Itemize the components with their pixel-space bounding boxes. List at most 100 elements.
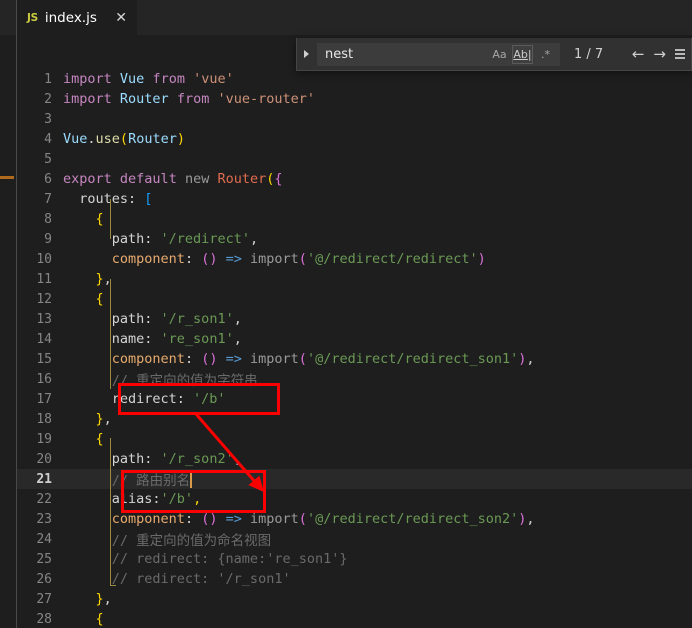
code-line[interactable]: 8 { xyxy=(17,209,692,229)
code-token: , xyxy=(193,491,202,507)
code-token: path: xyxy=(63,231,161,247)
code-line[interactable]: 14 name: 're_son1', xyxy=(17,329,692,349)
code-text: path: '/r_son2', xyxy=(63,451,692,467)
line-number: 24 xyxy=(36,531,52,547)
code-token: { xyxy=(95,211,104,227)
code-token: () xyxy=(201,251,218,267)
code-line[interactable]: 1 import Vue from 'vue' xyxy=(17,69,692,89)
code-line[interactable]: 6 export default new Router({ xyxy=(17,169,692,189)
code-line[interactable]: 5 xyxy=(17,149,692,169)
close-icon[interactable]: ✕ xyxy=(113,11,129,25)
bracket-guide xyxy=(110,438,111,586)
code-token: // 路由别名 xyxy=(63,473,191,489)
code-line[interactable]: 4 Vue.use(Router) xyxy=(17,129,692,149)
code-token: 'vue' xyxy=(193,71,234,87)
code-line[interactable]: 24 // 重定向的值为命名视图 xyxy=(17,529,692,550)
code-line[interactable]: 7 routes: [ xyxy=(17,189,692,209)
find-widget[interactable]: nest Aa Ab | .* 1 / 7 ← → xyxy=(296,38,692,71)
code-editor[interactable]: 1 import Vue from 'vue' 2 import Router fro… xyxy=(17,35,692,628)
code-line[interactable]: 2 import Router from 'vue-router' xyxy=(17,89,692,109)
line-number: 3 xyxy=(44,111,52,127)
code-line[interactable]: 15 component: () => import('@/redirect/r… xyxy=(17,349,692,369)
code-line[interactable]: 26 // redirect: '/r_son1' xyxy=(17,569,692,589)
find-navigation: ← → xyxy=(632,46,691,62)
code-line[interactable]: 28 { xyxy=(17,609,692,628)
search-options: Aa Ab | .* xyxy=(489,44,560,64)
code-line[interactable]: 23 component: () => import('@/redirect/r… xyxy=(17,509,692,529)
code-line[interactable]: 11 }, xyxy=(17,269,692,289)
toggle-replace-icon[interactable] xyxy=(297,38,315,71)
code-text: // redirect: {name:'re_son1'} xyxy=(63,551,692,567)
code-token: 're_son1' xyxy=(160,331,234,347)
code-line[interactable]: 13 path: '/r_son1', xyxy=(17,309,692,329)
code-token: component xyxy=(111,351,185,367)
code-line[interactable]: 18 }, xyxy=(17,409,692,429)
search-input-value: nest xyxy=(325,46,354,62)
code-token: new xyxy=(184,171,210,187)
line-number: 27 xyxy=(36,591,52,607)
code-token: ( xyxy=(298,251,307,267)
modified-file-marker xyxy=(0,176,14,179)
code-token: , xyxy=(249,231,259,247)
find-in-selection-icon[interactable] xyxy=(675,49,687,59)
code-text: component: () => import('@/redirect/redi… xyxy=(63,251,692,267)
line-number: 17 xyxy=(36,391,52,407)
tab-index-js[interactable]: JS index.js ✕ xyxy=(17,0,137,35)
code-token: , xyxy=(526,511,535,527)
code-line[interactable]: 27 }, xyxy=(17,589,692,609)
code-token: default xyxy=(119,171,177,187)
line-number: 25 xyxy=(36,551,52,567)
code-token: { xyxy=(95,291,104,307)
code-text: { xyxy=(63,291,692,307)
code-token: import xyxy=(63,91,112,107)
editor-window: JS index.js ✕ 1 import Vue from 'vue' 2 imp… xyxy=(0,0,692,628)
code-token: ) xyxy=(477,251,486,267)
code-token: component xyxy=(111,251,185,267)
match-whole-word-icon[interactable]: Ab | xyxy=(512,44,533,64)
next-match-icon[interactable]: → xyxy=(653,46,666,62)
code-line[interactable]: 3 xyxy=(17,109,692,129)
code-line[interactable]: 19 { xyxy=(17,429,692,449)
code-token: routes: xyxy=(63,191,145,207)
code-line[interactable]: 21 // 路由别名 xyxy=(17,469,692,489)
code-token: , xyxy=(233,331,242,347)
code-token: path: xyxy=(63,311,161,327)
code-line[interactable]: 25 // redirect: {name:'re_son1'} xyxy=(17,549,692,569)
use-regex-icon[interactable]: .* xyxy=(535,45,556,64)
code-text: component: () => import('@/redirect/redi… xyxy=(63,511,692,527)
code-line[interactable]: 12 { xyxy=(17,289,692,309)
bracket-guide xyxy=(110,199,111,239)
line-number: 7 xyxy=(44,191,52,207)
code-lines: 1 import Vue from 'vue' 2 import Router fro… xyxy=(17,69,692,628)
line-number: 19 xyxy=(36,431,52,447)
code-line[interactable]: 16 // 重定向的值为字符串 xyxy=(17,369,692,390)
code-token: '/b' xyxy=(193,391,226,407)
code-token: () xyxy=(201,351,218,367)
line-number: 26 xyxy=(36,571,52,587)
tab-label: index.js xyxy=(44,9,97,26)
code-line[interactable]: 20 path: '/r_son2', xyxy=(17,449,692,469)
code-text: alias:'/b', xyxy=(63,491,692,507)
code-token: , xyxy=(233,311,242,327)
code-token: () xyxy=(201,511,218,527)
code-line[interactable]: 22 alias:'/b', xyxy=(17,489,692,509)
code-token: , xyxy=(526,351,535,367)
code-token: ( xyxy=(298,511,307,527)
code-line[interactable]: 9 path: '/redirect', xyxy=(17,229,692,249)
line-number: 21 xyxy=(36,471,52,487)
bracket-guide xyxy=(110,279,111,389)
search-input[interactable]: nest Aa Ab | .* xyxy=(317,42,560,66)
line-number: 22 xyxy=(36,491,52,507)
code-token: . xyxy=(87,131,96,147)
code-text: redirect: '/b' xyxy=(63,391,692,407)
match-case-icon[interactable]: Aa xyxy=(489,45,510,64)
code-line[interactable]: 17 redirect: '/b' xyxy=(17,389,692,409)
previous-match-icon[interactable]: ← xyxy=(632,46,645,62)
code-line[interactable]: 10 component: () => import('@/redirect/r… xyxy=(17,249,692,269)
line-number: 13 xyxy=(36,311,52,327)
